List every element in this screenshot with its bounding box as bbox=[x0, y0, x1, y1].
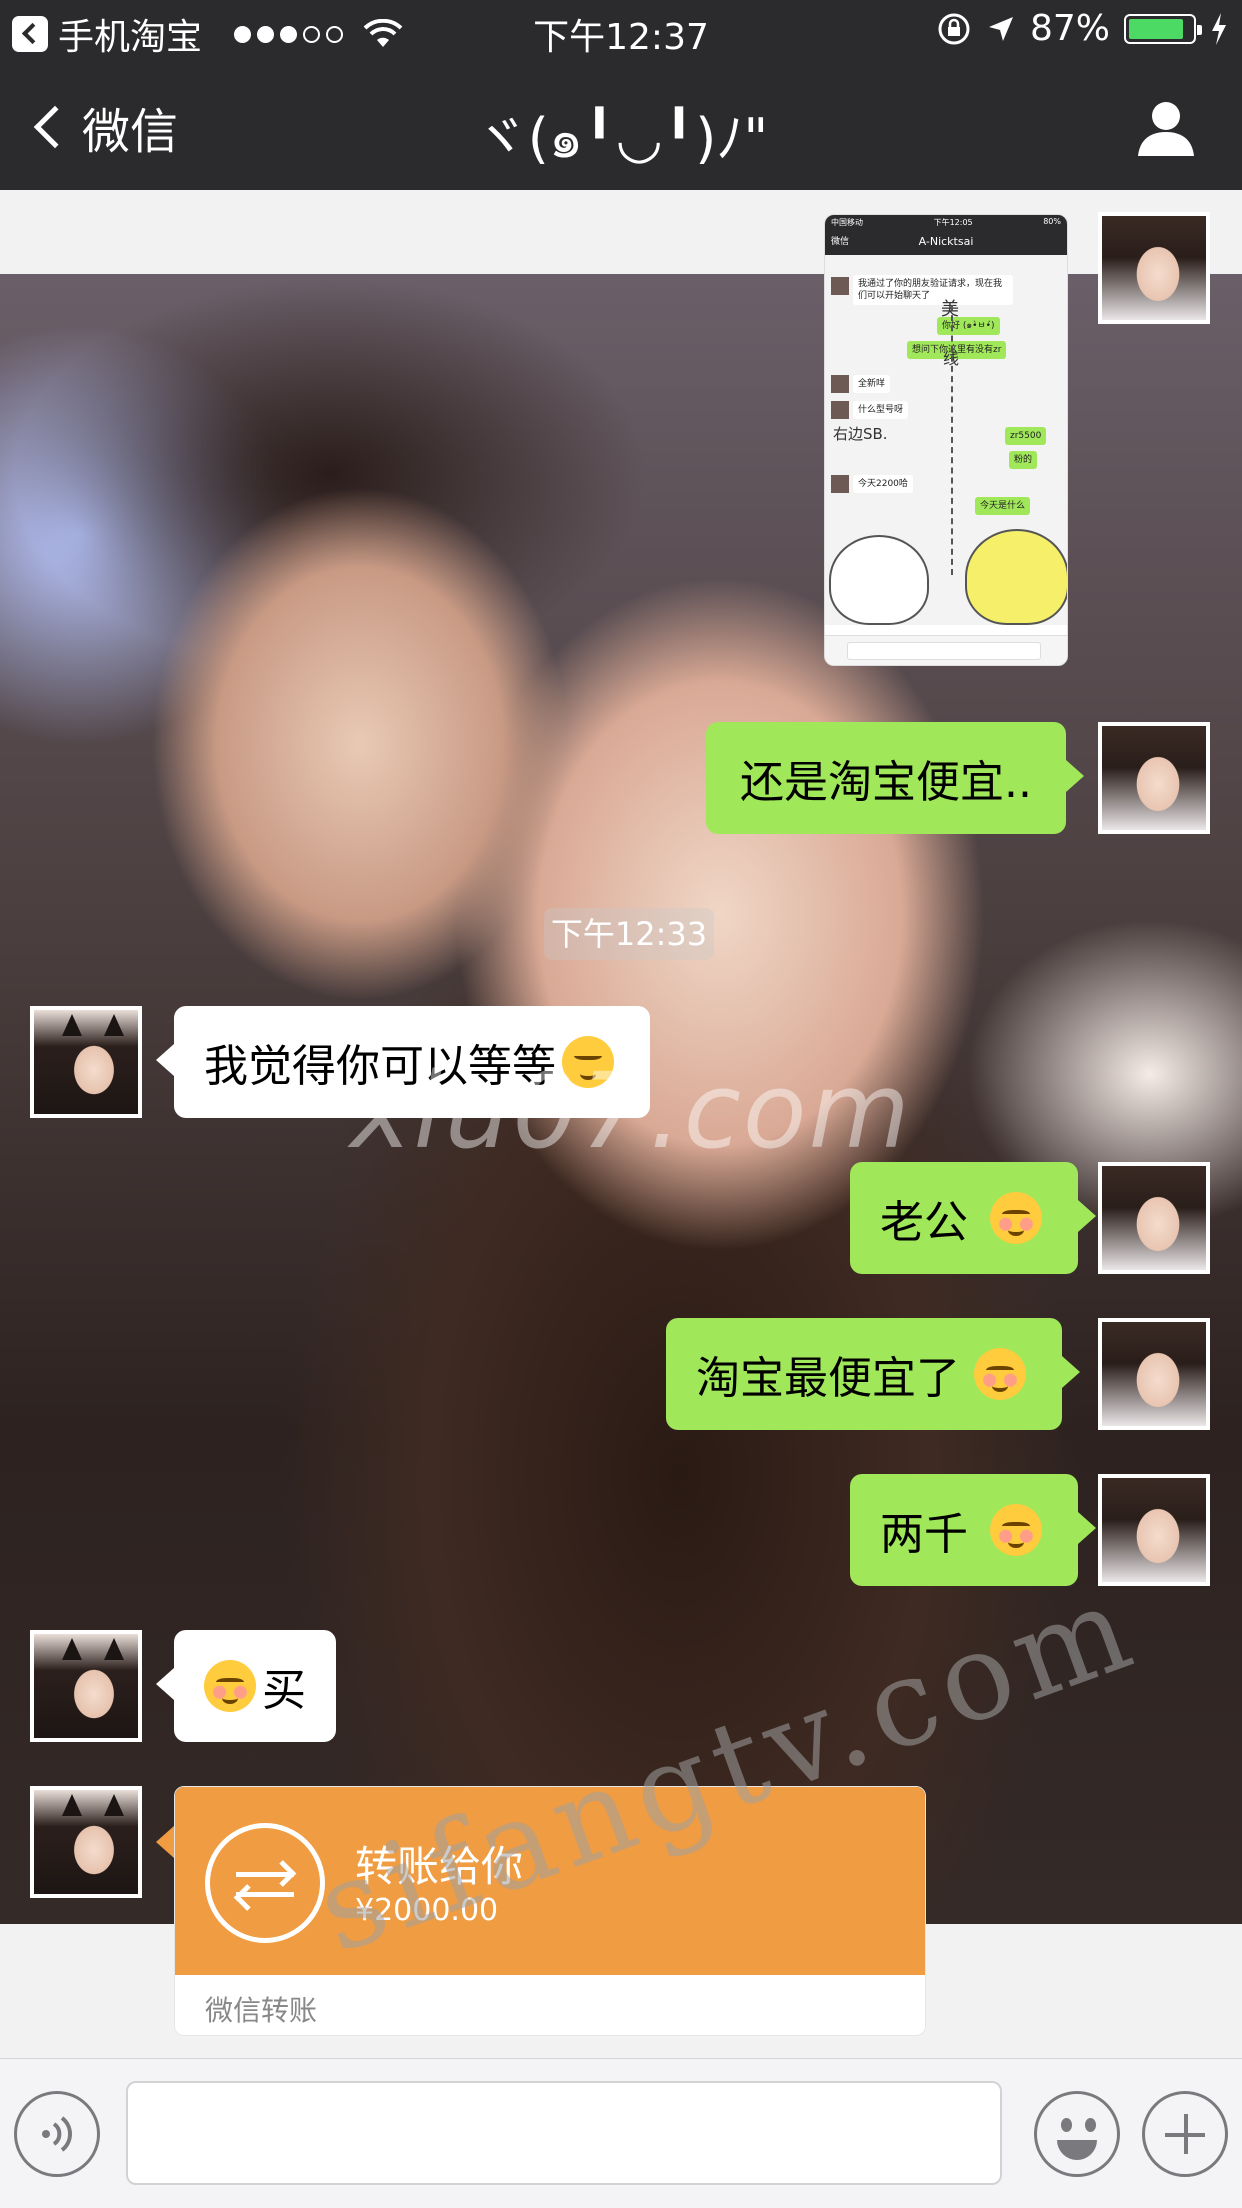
message-text: 老公 bbox=[880, 1197, 968, 1248]
mini-battery: 80% bbox=[1043, 217, 1061, 226]
battery-icon bbox=[1124, 13, 1202, 44]
battery-percent: 87% bbox=[1029, 8, 1110, 49]
battery-fill bbox=[1129, 18, 1183, 39]
handwriting-mark: 右边SB. bbox=[833, 425, 888, 443]
mini-carrier: 中国移动 bbox=[831, 218, 863, 227]
my-avatar[interactable] bbox=[1098, 722, 1210, 834]
blush-emoji-icon bbox=[974, 1348, 1026, 1400]
mini-message: 什么型号呀 bbox=[853, 401, 909, 419]
my-avatar[interactable] bbox=[1098, 1474, 1210, 1586]
blush-emoji-icon bbox=[204, 1660, 256, 1712]
message-text: 还是淘宝便宜.. bbox=[740, 757, 1032, 808]
person-icon[interactable] bbox=[1134, 96, 1198, 160]
transfer-bubble-tail bbox=[156, 1826, 174, 1858]
contact-avatar[interactable] bbox=[30, 1630, 142, 1742]
chat-title: ヾ(๑╹◡╹)ﾉ" bbox=[473, 107, 769, 170]
transfer-arrows-icon bbox=[205, 1823, 325, 1943]
message-text: 买 bbox=[262, 1665, 306, 1716]
mini-status-bar: 中国移动 下午12:05 80% bbox=[825, 215, 1067, 229]
nav-bar: 微信 ヾ(๑╹◡╹)ﾉ" bbox=[0, 60, 1242, 190]
mini-message: 我通过了你的朋友验证请求，现在我们可以开始聊天了 bbox=[853, 275, 1013, 305]
mini-input-bar bbox=[825, 635, 1067, 665]
mini-message: 粉的 bbox=[1009, 451, 1038, 469]
message-bubble-received[interactable]: 买 bbox=[156, 1630, 336, 1742]
voice-icon[interactable] bbox=[14, 2091, 100, 2177]
my-avatar[interactable] bbox=[1098, 1162, 1210, 1274]
dashed-divider bbox=[951, 305, 953, 575]
handwriting-mark: 美 bbox=[941, 299, 959, 320]
input-bar bbox=[0, 2058, 1242, 2208]
mini-message: 今天是什么 bbox=[975, 497, 1031, 515]
watermark: xiu07.com bbox=[350, 1050, 912, 1172]
transfer-footer-label: 微信转账 bbox=[205, 1994, 318, 2027]
screenshot-image-message[interactable]: 中国移动 下午12:05 80% 微信 A-Nicktsai 我通过了你的朋友验… bbox=[824, 214, 1068, 666]
message-bubble-sent[interactable]: 淘宝最便宜了 bbox=[666, 1318, 1080, 1430]
mini-avatar bbox=[831, 401, 849, 419]
mini-chat-body: 我通过了你的朋友验证请求，现在我们可以开始聊天了 你好 (๑•̀ㅂ•́) 想问下… bbox=[825, 255, 1067, 625]
timestamp: 下午12:33 bbox=[544, 908, 714, 960]
emoji-icon[interactable] bbox=[1034, 2091, 1120, 2177]
mini-message: zr5500 bbox=[1005, 427, 1047, 445]
message-bubble-sent[interactable]: 两千 bbox=[850, 1474, 1096, 1586]
status-right: 87% bbox=[936, 8, 1228, 49]
mini-avatar bbox=[831, 277, 849, 295]
mini-title: A-Nicktsai bbox=[918, 235, 974, 248]
mini-message: 今天2200哈 bbox=[853, 475, 913, 493]
lock-rotation-icon bbox=[938, 13, 970, 44]
blush-emoji-icon bbox=[990, 1504, 1042, 1556]
white-chick-sticker bbox=[829, 535, 929, 625]
mini-nav-bar: 微信 A-Nicktsai bbox=[825, 229, 1067, 255]
mini-avatar bbox=[831, 375, 849, 393]
message-bubble-sent[interactable]: 还是淘宝便宜.. bbox=[706, 722, 1084, 834]
message-text: 两千 bbox=[880, 1509, 968, 1560]
location-arrow-icon bbox=[988, 16, 1013, 41]
message-text: 淘宝最便宜了 bbox=[696, 1353, 960, 1404]
mini-avatar bbox=[831, 475, 849, 493]
my-avatar[interactable] bbox=[1098, 1318, 1210, 1430]
charging-icon bbox=[1212, 12, 1226, 45]
mini-back-label: 微信 bbox=[831, 237, 850, 247]
message-bubble-sent[interactable]: 老公 bbox=[850, 1162, 1096, 1274]
message-input[interactable] bbox=[126, 2081, 1002, 2185]
status-bar: 手机淘宝 下午12:37 87% bbox=[0, 0, 1242, 60]
plus-icon[interactable] bbox=[1142, 2091, 1228, 2177]
mini-time: 下午12:05 bbox=[933, 218, 973, 227]
contact-avatar[interactable] bbox=[30, 1786, 142, 1898]
transfer-card-footer: 微信转账 bbox=[175, 1975, 925, 2035]
contact-avatar[interactable] bbox=[30, 1006, 142, 1118]
my-avatar[interactable] bbox=[1098, 212, 1210, 324]
blush-emoji-icon bbox=[990, 1192, 1042, 1244]
yellow-chick-sticker bbox=[965, 529, 1067, 625]
mini-message: 全新咩 bbox=[853, 375, 891, 393]
